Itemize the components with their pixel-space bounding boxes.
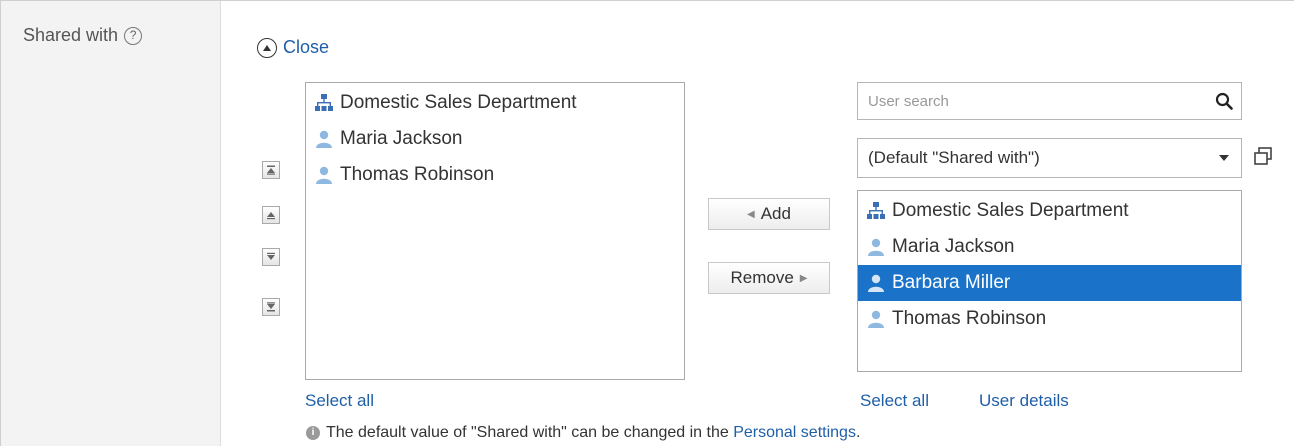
shared-select-all-link[interactable]: Select all	[305, 391, 374, 411]
user-search-input[interactable]	[868, 92, 1207, 110]
list-item[interactable]: Thomas Robinson	[858, 301, 1241, 337]
move-up-button[interactable]	[262, 206, 280, 224]
field-label: Shared with ?	[23, 25, 143, 46]
list-item-selected[interactable]: Barbara Miller	[858, 265, 1241, 301]
add-button[interactable]: ◀ Add	[708, 198, 830, 230]
remove-button[interactable]: Remove ▶	[708, 262, 830, 294]
move-to-bottom-button[interactable]	[262, 298, 280, 316]
move-to-top-button[interactable]	[262, 161, 280, 179]
group-select-dropdown[interactable]: (Default "Shared with")	[857, 138, 1242, 178]
list-item[interactable]: Thomas Robinson	[306, 157, 684, 193]
candidate-select-all-link[interactable]: Select all	[860, 391, 929, 411]
label-column: Shared with ?	[1, 1, 221, 446]
list-item-label: Barbara Miller	[892, 272, 1011, 293]
list-item-label: Domestic Sales Department	[892, 200, 1129, 221]
user-icon	[314, 165, 334, 185]
search-icon[interactable]	[1207, 83, 1241, 119]
personal-settings-link[interactable]: Personal settings	[733, 424, 856, 441]
move-to-top-icon	[267, 165, 275, 175]
note-text: The default value of "Shared with" can b…	[326, 424, 729, 441]
caret-down-icon	[1219, 155, 1229, 161]
arrow-left-icon: ◀	[747, 208, 755, 220]
note-suffix: .	[855, 424, 861, 441]
close-label: Close	[283, 37, 330, 57]
candidate-listbox[interactable]: Domestic Sales Department Maria Jackson …	[857, 190, 1242, 372]
move-to-bottom-icon	[267, 302, 275, 312]
list-item[interactable]: Domestic Sales Department	[306, 85, 684, 121]
organization-icon	[314, 93, 334, 113]
user-details-link[interactable]: User details	[979, 391, 1069, 411]
chevron-up-circle-icon	[257, 37, 277, 58]
list-item[interactable]: Domestic Sales Department	[858, 193, 1241, 229]
default-setting-note: i The default value of "Shared with" can…	[306, 424, 860, 442]
user-icon	[314, 129, 334, 149]
organization-icon	[866, 201, 886, 221]
group-select-value: (Default "Shared with")	[868, 148, 1040, 167]
move-up-icon	[267, 212, 275, 220]
list-item-label: Thomas Robinson	[892, 308, 1047, 329]
user-search-box	[857, 82, 1242, 120]
add-button-label: Add	[760, 204, 791, 223]
user-icon	[866, 309, 886, 329]
list-item-label: Domestic Sales Department	[340, 92, 577, 113]
close-toggle-link[interactable]: Close	[257, 37, 329, 58]
move-down-icon	[267, 252, 275, 260]
shared-with-listbox[interactable]: Domestic Sales Department Maria Jackson …	[305, 82, 685, 380]
remove-button-label: Remove	[730, 268, 794, 287]
list-item[interactable]: Maria Jackson	[306, 121, 684, 157]
user-icon	[866, 237, 886, 257]
list-item-label: Maria Jackson	[340, 128, 463, 149]
user-icon	[866, 273, 886, 293]
field-label-text: Shared with	[23, 25, 119, 45]
list-item-label: Thomas Robinson	[340, 164, 495, 185]
info-icon: i	[306, 426, 320, 440]
question-circle-icon[interactable]: ?	[124, 26, 143, 45]
list-item-label: Maria Jackson	[892, 236, 1015, 257]
move-down-button[interactable]	[262, 248, 280, 266]
arrow-right-icon: ▶	[799, 272, 808, 284]
popup-window-icon[interactable]	[1252, 146, 1274, 168]
list-item[interactable]: Maria Jackson	[858, 229, 1241, 265]
